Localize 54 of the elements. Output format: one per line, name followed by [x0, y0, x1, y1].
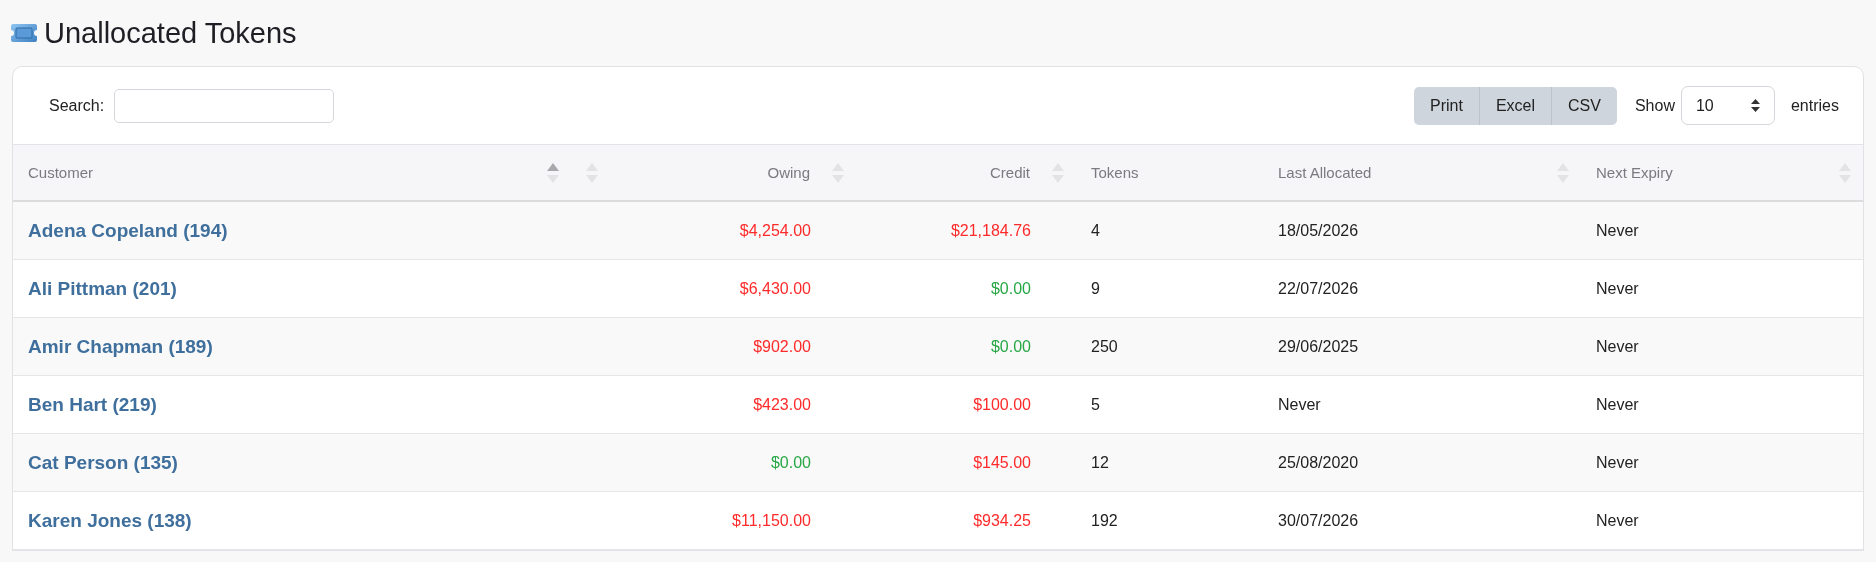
entries-label: entries	[1790, 96, 1839, 115]
page-title: Unallocated Tokens	[44, 16, 297, 50]
export-button[interactable]: Excel	[1479, 86, 1553, 125]
column-header[interactable]: Last Allocated	[1278, 164, 1372, 181]
search-label: Search:	[49, 96, 105, 115]
date-cell: 25/08/2020	[1278, 453, 1359, 472]
tokens-cell: 4	[1091, 221, 1100, 240]
tokens-cell: 192	[1091, 511, 1118, 530]
customer-link[interactable]: Ben Hart (219)	[28, 393, 157, 416]
sort-caret-icon	[1750, 99, 1760, 112]
date-cell: 18/05/2026	[1278, 221, 1359, 240]
column-header[interactable]: Owing	[767, 164, 810, 181]
expiry-cell: Never	[1596, 279, 1639, 298]
date-cell: Never	[1278, 395, 1321, 414]
owing-cell: $11,150.00	[732, 511, 811, 530]
credit-cell: $21,184.76	[950, 221, 1031, 240]
owing-cell: $4,254.00	[739, 221, 811, 240]
owing-cell: $423.00	[753, 395, 811, 414]
date-cell: 29/06/2025	[1278, 337, 1359, 356]
search-field[interactable]	[114, 88, 335, 123]
column-header[interactable]: Credit	[990, 164, 1030, 181]
export-button[interactable]: CSV	[1552, 86, 1617, 125]
ticket-icon	[10, 23, 38, 43]
date-cell: 30/07/2026	[1278, 511, 1359, 530]
credit-cell: $0.00	[990, 337, 1031, 356]
expiry-cell: Never	[1596, 337, 1639, 356]
credit-cell: $934.25	[973, 511, 1031, 530]
credit-cell: $0.00	[990, 279, 1031, 298]
expiry-cell: Never	[1596, 395, 1639, 414]
customer-link[interactable]: Amir Chapman (189)	[28, 335, 213, 358]
customer-link[interactable]: Cat Person (135)	[28, 451, 178, 474]
sort-icon[interactable]	[547, 162, 559, 183]
customer-link[interactable]: Ali Pittman (201)	[28, 277, 177, 300]
tokens-cell: 9	[1091, 279, 1100, 298]
tokens-cell: 250	[1091, 337, 1118, 356]
column-header[interactable]: Next Expiry	[1596, 164, 1673, 181]
column-header[interactable]: Tokens	[1091, 164, 1139, 181]
tokens-cell: 12	[1091, 453, 1109, 472]
expiry-cell: Never	[1596, 453, 1639, 472]
credit-cell: $145.00	[973, 453, 1031, 472]
owing-cell: $6,430.00	[739, 279, 811, 298]
credit-cell: $100.00	[973, 395, 1031, 414]
owing-cell: $902.00	[753, 337, 811, 356]
show-label: Show	[1634, 96, 1675, 115]
export-button[interactable]: Print	[1414, 86, 1480, 125]
owing-cell: $0.00	[770, 453, 811, 472]
expiry-cell: Never	[1596, 221, 1639, 240]
tokens-cell: 5	[1091, 395, 1100, 414]
date-cell: 22/07/2026	[1278, 279, 1359, 298]
column-header[interactable]: Customer	[28, 164, 94, 181]
page-size-select[interactable]: 10	[1680, 86, 1775, 125]
expiry-cell: Never	[1596, 511, 1639, 530]
customer-link[interactable]: Karen Jones (138)	[28, 509, 192, 532]
customer-link[interactable]: Adena Copeland (194)	[28, 219, 228, 242]
